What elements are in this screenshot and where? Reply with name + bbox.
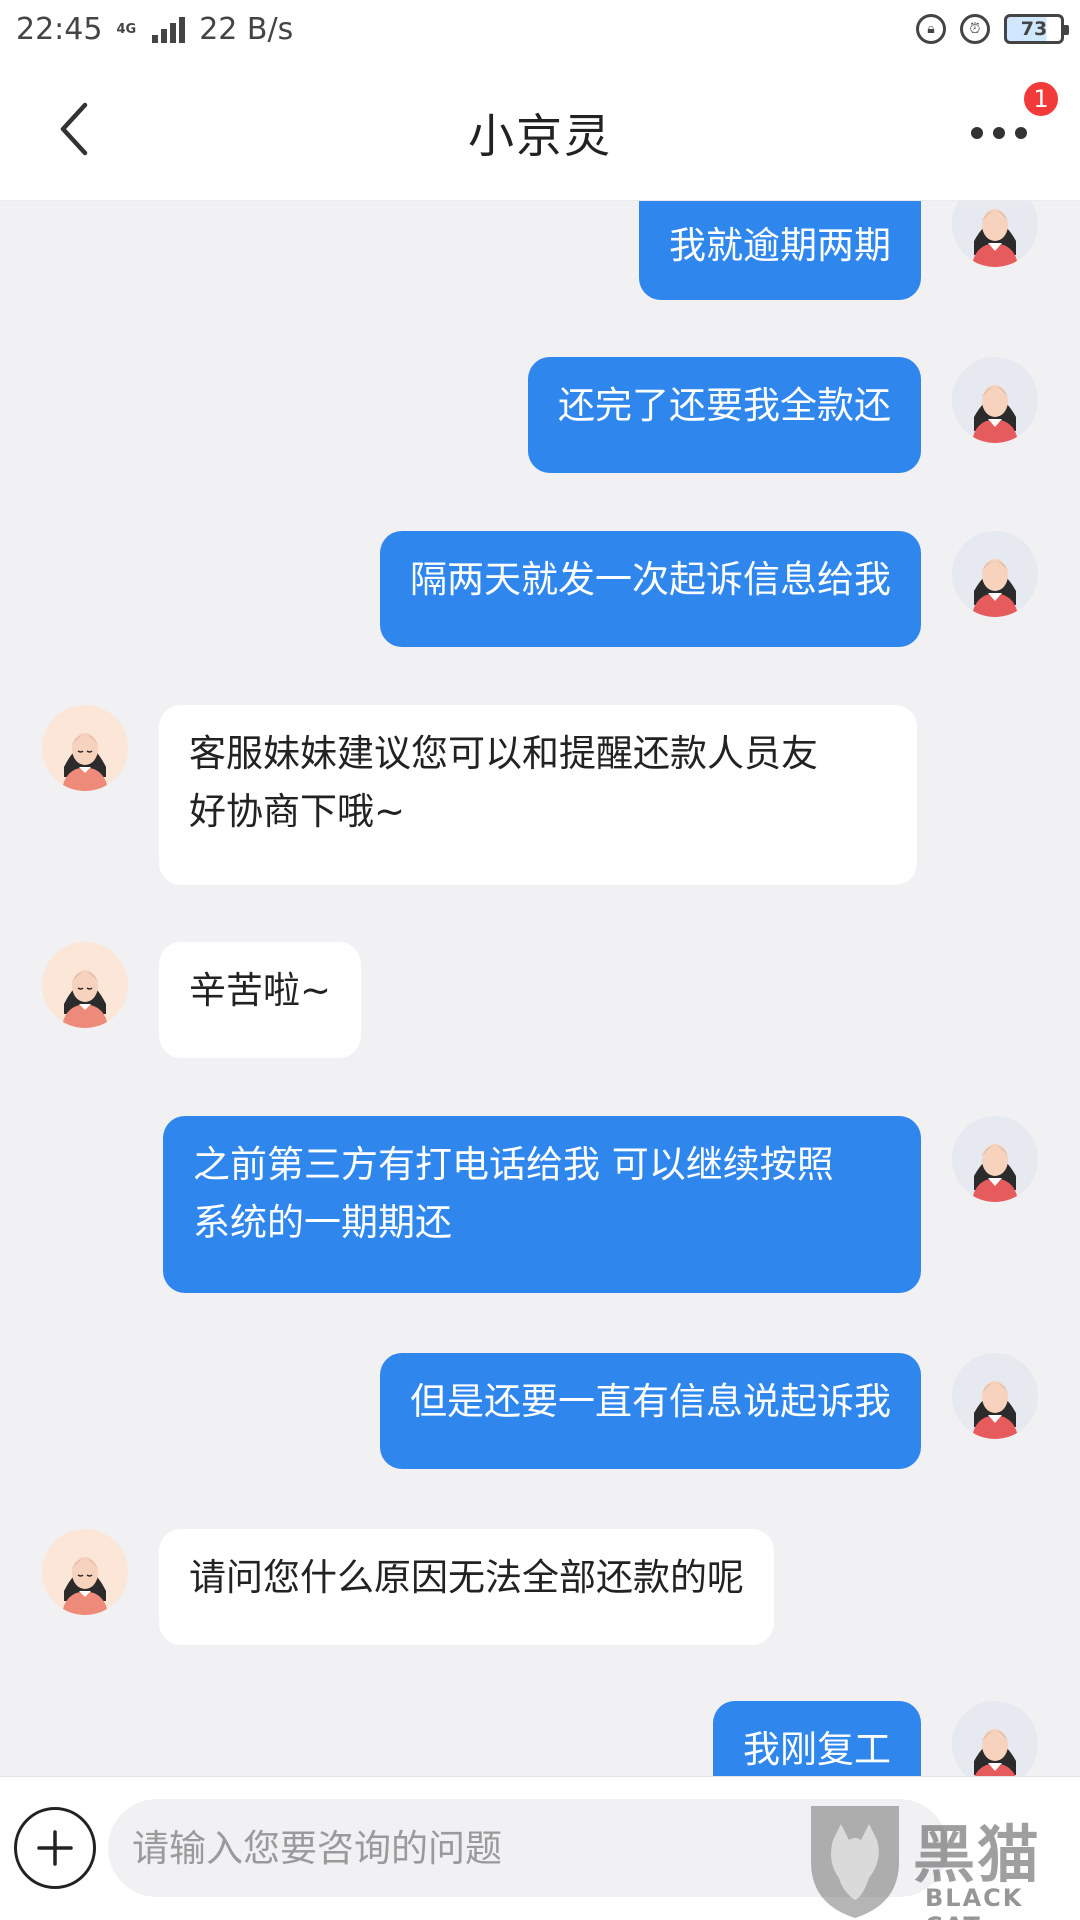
outgoing-message-bubble[interactable]: 隔两天就发一次起诉信息给我 xyxy=(380,531,921,647)
more-dot-icon xyxy=(993,127,1005,139)
message-input[interactable] xyxy=(108,1799,948,1897)
status-bar: 22:45 4G 22 B/s 🔒︎ ⏰︎ 73 xyxy=(0,0,1080,58)
agent-avatar xyxy=(42,705,128,791)
user-avatar xyxy=(952,1353,1038,1439)
more-dot-icon xyxy=(971,127,983,139)
outgoing-message-bubble[interactable]: 我刚复工 xyxy=(713,1701,921,1776)
message-row: 我就逾期两期 xyxy=(0,201,1080,301)
input-bar xyxy=(0,1776,1080,1920)
agent-avatar xyxy=(42,1529,128,1615)
user-avatar xyxy=(952,201,1038,267)
battery-level: 73 xyxy=(1020,18,1048,40)
signal-icon xyxy=(152,15,186,43)
user-avatar xyxy=(952,357,1038,443)
outgoing-message-bubble[interactable]: 我就逾期两期 xyxy=(639,201,921,300)
message-row: 但是还要一直有信息说起诉我 xyxy=(0,1353,1080,1473)
message-row: 之前第三方有打电话给我 可以继续按照 系统的一期期还 xyxy=(0,1116,1080,1296)
battery-icon: 73 xyxy=(1004,14,1069,44)
more-dot-icon xyxy=(1015,127,1027,139)
message-row: 客服妹妹建议您可以和提醒还款人员友 好协商下哦~ xyxy=(0,705,1080,885)
outgoing-message-bubble[interactable]: 之前第三方有打电话给我 可以继续按照 系统的一期期还 xyxy=(163,1116,921,1293)
status-right: 🔒︎ ⏰︎ 73 xyxy=(916,14,1069,44)
notification-badge: 1 xyxy=(1022,80,1060,118)
message-row: 隔两天就发一次起诉信息给我 xyxy=(0,531,1080,651)
network-type: 4G xyxy=(116,21,137,37)
page-title: 小京灵 xyxy=(468,109,612,163)
status-time: 22:45 xyxy=(16,11,103,47)
agent-avatar xyxy=(42,942,128,1028)
chat-area[interactable]: 我就逾期两期 还完了还要我全款还 隔两天就发一次起诉信息给我 客服妹妹建议您可以… xyxy=(0,201,1080,1776)
add-attachment-button[interactable] xyxy=(14,1807,96,1889)
rotation-lock-icon: 🔒︎ xyxy=(916,14,946,44)
message-row: 我刚复工 xyxy=(0,1701,1080,1776)
network-speed: 22 B/s xyxy=(199,11,294,47)
user-avatar xyxy=(952,1701,1038,1776)
message-row: 辛苦啦~ xyxy=(0,942,1080,1062)
user-avatar xyxy=(952,531,1038,617)
user-avatar xyxy=(952,1116,1038,1202)
message-row: 还完了还要我全款还 xyxy=(0,357,1080,477)
plus-icon xyxy=(37,1830,73,1866)
status-left: 22:45 4G 22 B/s xyxy=(16,12,293,47)
incoming-message-bubble[interactable]: 客服妹妹建议您可以和提醒还款人员友 好协商下哦~ xyxy=(159,705,917,885)
outgoing-message-bubble[interactable]: 还完了还要我全款还 xyxy=(528,357,921,473)
alarm-icon: ⏰︎ xyxy=(960,14,990,44)
nav-bar: 小京灵 1 xyxy=(0,58,1080,201)
incoming-message-bubble[interactable]: 辛苦啦~ xyxy=(159,942,362,1058)
message-row: 请问您什么原因无法全部还款的呢 xyxy=(0,1529,1080,1649)
outgoing-message-bubble[interactable]: 但是还要一直有信息说起诉我 xyxy=(380,1353,921,1469)
incoming-message-bubble[interactable]: 请问您什么原因无法全部还款的呢 xyxy=(159,1529,774,1645)
